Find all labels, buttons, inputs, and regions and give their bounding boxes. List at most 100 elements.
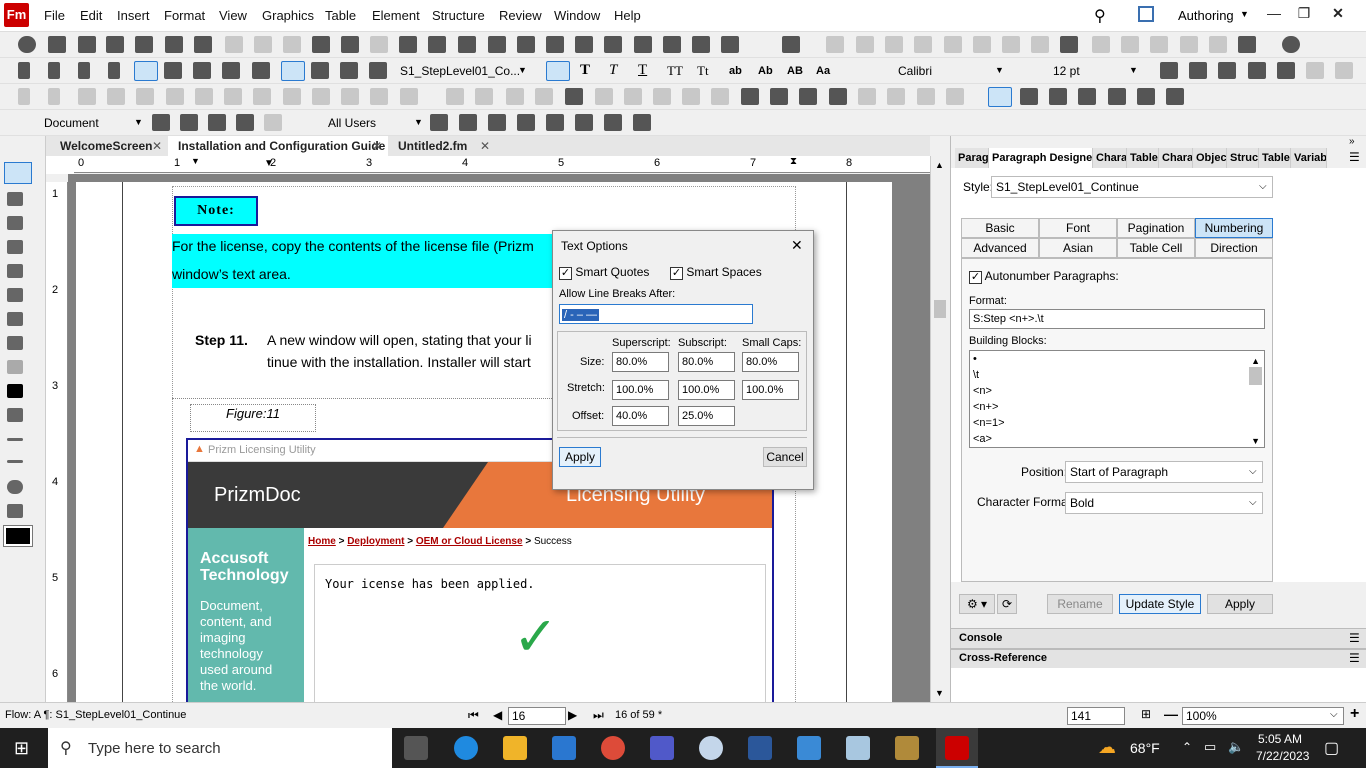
line-style-icon[interactable] xyxy=(7,460,23,463)
check-2-icon[interactable] xyxy=(400,88,418,105)
refresh-button[interactable]: ⟳ xyxy=(997,594,1017,614)
cross-ref-icon[interactable] xyxy=(428,36,446,53)
size-subscript-field[interactable]: 80.0% xyxy=(678,352,735,372)
graphics-tool-20-icon[interactable] xyxy=(887,88,905,105)
view-mode-select[interactable]: Document xyxy=(44,116,99,130)
chevron-down-icon[interactable]: ▼ xyxy=(414,117,423,127)
word-icon[interactable] xyxy=(748,736,772,760)
tab-font[interactable]: Font xyxy=(1039,218,1117,238)
cancel-button[interactable]: Cancel xyxy=(763,447,807,467)
link-2-icon[interactable] xyxy=(517,36,535,53)
graphics-tool-13-icon[interactable] xyxy=(682,88,700,105)
spelling-icon[interactable] xyxy=(604,36,622,53)
line-breaks-field[interactable]: / - – — xyxy=(559,304,753,324)
shot-crumb-oem[interactable]: OEM or Cloud License xyxy=(416,536,523,547)
select-object-icon[interactable] xyxy=(7,192,23,206)
spacing-single-icon[interactable] xyxy=(281,61,305,81)
polygon-tool-icon[interactable] xyxy=(7,264,23,278)
weather-icon[interactable]: ☁ xyxy=(1098,737,1116,758)
zoom-select[interactable]: 100% xyxy=(1182,707,1344,725)
format-field[interactable]: S:Step <n+>.\t xyxy=(969,309,1265,329)
edge-icon[interactable] xyxy=(454,736,478,760)
menu-graphics[interactable]: Graphics xyxy=(262,8,314,23)
panel-menu-icon[interactable]: ☰ xyxy=(1349,631,1360,645)
group-icon[interactable] xyxy=(312,88,330,105)
stretch-subscript-field[interactable]: 100.0% xyxy=(678,380,735,400)
table-tool-8-icon[interactable] xyxy=(1031,36,1049,53)
text-tool-5-icon[interactable] xyxy=(1166,88,1184,105)
task-view-icon[interactable] xyxy=(404,736,428,760)
chevron-down-icon[interactable]: ▼ xyxy=(518,65,527,75)
tab-advanced[interactable]: Advanced xyxy=(961,238,1039,258)
save-all-icon[interactable] xyxy=(135,36,153,53)
menu-format[interactable]: Format xyxy=(164,8,205,23)
find-icon[interactable] xyxy=(546,36,564,53)
table-tool-5-icon[interactable] xyxy=(944,36,962,53)
graphics-tool-12-icon[interactable] xyxy=(653,88,671,105)
print-icon[interactable] xyxy=(165,36,183,53)
graphics-tool-9-icon[interactable] xyxy=(565,88,583,105)
chevron-down-icon[interactable]: ⌵ xyxy=(1330,709,1338,720)
view-tool-5-icon[interactable] xyxy=(264,114,282,131)
graphics-tool-21-icon[interactable] xyxy=(917,88,935,105)
overprint-icon[interactable] xyxy=(7,504,23,518)
offset-subscript-field[interactable]: 25.0% xyxy=(678,406,735,426)
table-tool-1-icon[interactable] xyxy=(826,36,844,53)
view-tool-1-icon[interactable] xyxy=(152,114,170,131)
element-tool-1-icon[interactable] xyxy=(430,114,448,131)
table-tool-12-icon[interactable] xyxy=(1150,36,1168,53)
align-top-icon[interactable] xyxy=(136,88,154,105)
check-1-icon[interactable] xyxy=(370,88,388,105)
graphics-tool-16-icon[interactable] xyxy=(770,88,788,105)
zoom-fit-icon[interactable]: ⊞ xyxy=(1141,707,1151,721)
italic-icon[interactable]: T xyxy=(609,62,617,79)
cut-icon[interactable] xyxy=(254,36,272,53)
tab-parag[interactable]: Parag xyxy=(955,148,989,168)
close-tab-icon[interactable]: ✕ xyxy=(152,136,162,156)
tab-basic[interactable]: Basic xyxy=(961,218,1039,238)
menu-window[interactable]: Window xyxy=(554,8,600,23)
graphics-tool-2-icon[interactable] xyxy=(48,88,60,105)
tab-installation-guide[interactable]: Installation and Configuration Guide ✕ xyxy=(168,136,388,156)
table-tool-2-icon[interactable] xyxy=(856,36,874,53)
table-tool-11-icon[interactable] xyxy=(1121,36,1139,53)
save-icon[interactable] xyxy=(106,36,124,53)
scroll-down-icon[interactable]: ▼ xyxy=(1251,433,1260,449)
spacing-double-icon[interactable] xyxy=(340,62,358,79)
graphics-tool-14-icon[interactable] xyxy=(711,88,729,105)
new-icon[interactable] xyxy=(48,36,66,53)
graphics-tool-3-icon[interactable] xyxy=(78,88,96,105)
menu-insert[interactable]: Insert xyxy=(117,8,150,23)
page-input[interactable]: 16 xyxy=(508,707,566,725)
align-bottom-icon[interactable] xyxy=(195,88,213,105)
pilcrow-icon[interactable] xyxy=(1020,88,1038,105)
graphics-tool-11-icon[interactable] xyxy=(624,88,642,105)
fill-color-icon[interactable] xyxy=(7,384,23,398)
close-button[interactable]: ✕ xyxy=(1323,2,1353,24)
line-weight-icon[interactable] xyxy=(7,408,23,422)
open-icon[interactable] xyxy=(78,36,96,53)
dialog-close-button[interactable]: ✕ xyxy=(791,237,803,254)
console-header[interactable]: Console ☰ xyxy=(951,628,1366,648)
tabs-icon[interactable] xyxy=(369,62,387,79)
format-tool-1-icon[interactable] xyxy=(1160,62,1178,79)
vertical-scrollbar[interactable]: ▲ ▼ xyxy=(930,156,948,702)
right-indent-icon[interactable]: ⧗ xyxy=(790,156,797,167)
graphics-tool-19-icon[interactable] xyxy=(858,88,876,105)
align-justify-icon[interactable] xyxy=(222,62,240,79)
note-text-line1[interactable]: For the license, copy the contents of th… xyxy=(172,238,534,254)
delete-icon[interactable] xyxy=(225,36,243,53)
indent-marker-icon[interactable]: ▼ xyxy=(191,156,200,166)
format-tool-3-icon[interactable] xyxy=(1218,62,1236,79)
tab-table[interactable]: Table xyxy=(1127,148,1159,168)
align-c-icon[interactable] xyxy=(253,88,271,105)
close-tab-icon[interactable]: ✕ xyxy=(372,136,382,156)
graphics-tool-15-icon[interactable] xyxy=(741,88,759,105)
windows-start-icon[interactable]: ⊞ xyxy=(14,738,29,759)
tab-welcomescreen[interactable]: WelcomeScreen ✕ xyxy=(50,136,168,156)
teams-icon[interactable] xyxy=(650,736,674,760)
photos-icon[interactable] xyxy=(797,736,821,760)
line-spacing-icon[interactable] xyxy=(252,62,270,79)
close-tab-icon[interactable]: ✕ xyxy=(480,136,490,156)
volume-icon[interactable]: 🔈 xyxy=(1228,739,1244,755)
